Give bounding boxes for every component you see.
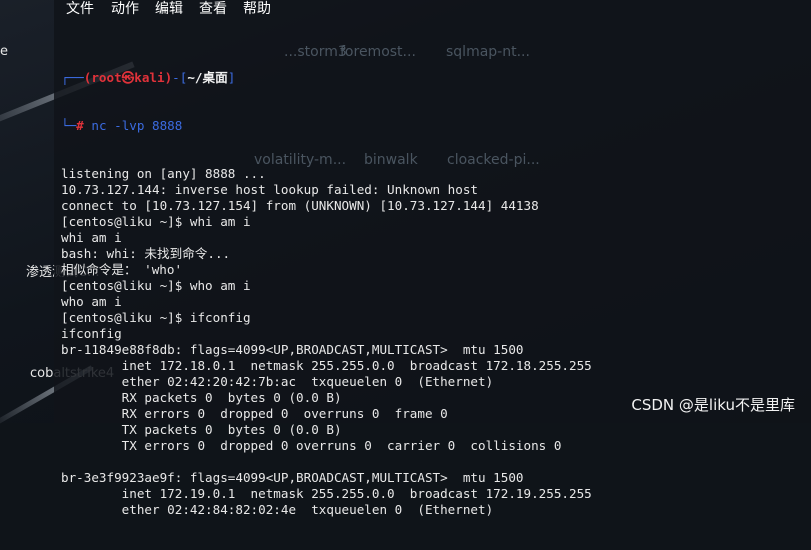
prompt-corner-icon: └─ [61,118,77,133]
prompt-hash: # [76,118,84,133]
output-line: listening on [any] 8888 ... [61,166,266,181]
output-line: ifconfig [61,326,122,341]
output-line: whi am i [61,230,122,245]
menu-file[interactable]: 文件 [66,0,94,18]
menu-action[interactable]: 动作 [111,0,139,18]
terminal-output[interactable]: ┌──(root㉿kali)-[~/桌面] └─# nc -lvp 8888 l… [61,38,806,550]
output-line: br-3e3f9923ae9f: flags=4099<UP,BROADCAST… [61,470,524,485]
output-line: who am i [61,294,122,309]
prompt-line-2: └─# nc -lvp 8888 [61,118,806,134]
prompt-user: (root㉿kali) [83,70,173,85]
output-line: ether 02:42:20:42:7b:ac txqueuelen 0 (Et… [61,374,494,389]
csdn-watermark: CSDN @是liku不是里库 [631,396,795,414]
terminal-menubar: 文件 动作 编辑 查看 帮助 [54,0,811,22]
prompt-corner-icon: ┌── [61,70,84,85]
menu-view[interactable]: 查看 [199,0,227,18]
output-line: inet 172.18.0.1 netmask 255.255.0.0 broa… [61,358,592,373]
output-line: [centos@liku ~]$ ifconfig [61,310,251,325]
menu-help[interactable]: 帮助 [243,0,271,18]
prompt-bracket: ] [227,70,236,85]
output-line: TX packets 0 bytes 0 (0.0 B) [61,422,342,437]
prompt-line-1: ┌──(root㉿kali)-[~/桌面] [61,70,806,86]
command-output: listening on [any] 8888 ... 10.73.127.144… [61,166,806,518]
desktop-label[interactable]: e [0,44,8,59]
output-line: [centos@liku ~]$ who am i [61,278,251,293]
terminal-window[interactable]: ...storm3 foremost... sqlmap-nt... volat… [54,0,811,517]
output-line: TX errors 0 dropped 0 overruns 0 carrier… [61,438,562,453]
output-line: connect to [10.73.127.154] from (UNKNOWN… [61,198,539,213]
output-line: br-11849e88f8db: flags=4099<UP,BROADCAST… [61,342,524,357]
prompt-separator: -[ [172,70,188,85]
output-line: 相似命令是： 'who' [61,262,183,277]
output-line: bash: whi: 未找到命令... [61,246,231,261]
prompt-dir: ~/桌面 [187,70,228,85]
output-line: ether 02:42:84:82:02:4e txqueuelen 0 (Et… [61,502,494,517]
output-line: 10.73.127.144: inverse host lookup faile… [61,182,479,197]
output-line: [centos@liku ~]$ whi am i [61,214,251,229]
output-line: inet 172.19.0.1 netmask 255.255.0.0 broa… [61,486,592,501]
prompt-command: nc -lvp 8888 [91,118,183,133]
menu-edit[interactable]: 编辑 [155,0,183,18]
